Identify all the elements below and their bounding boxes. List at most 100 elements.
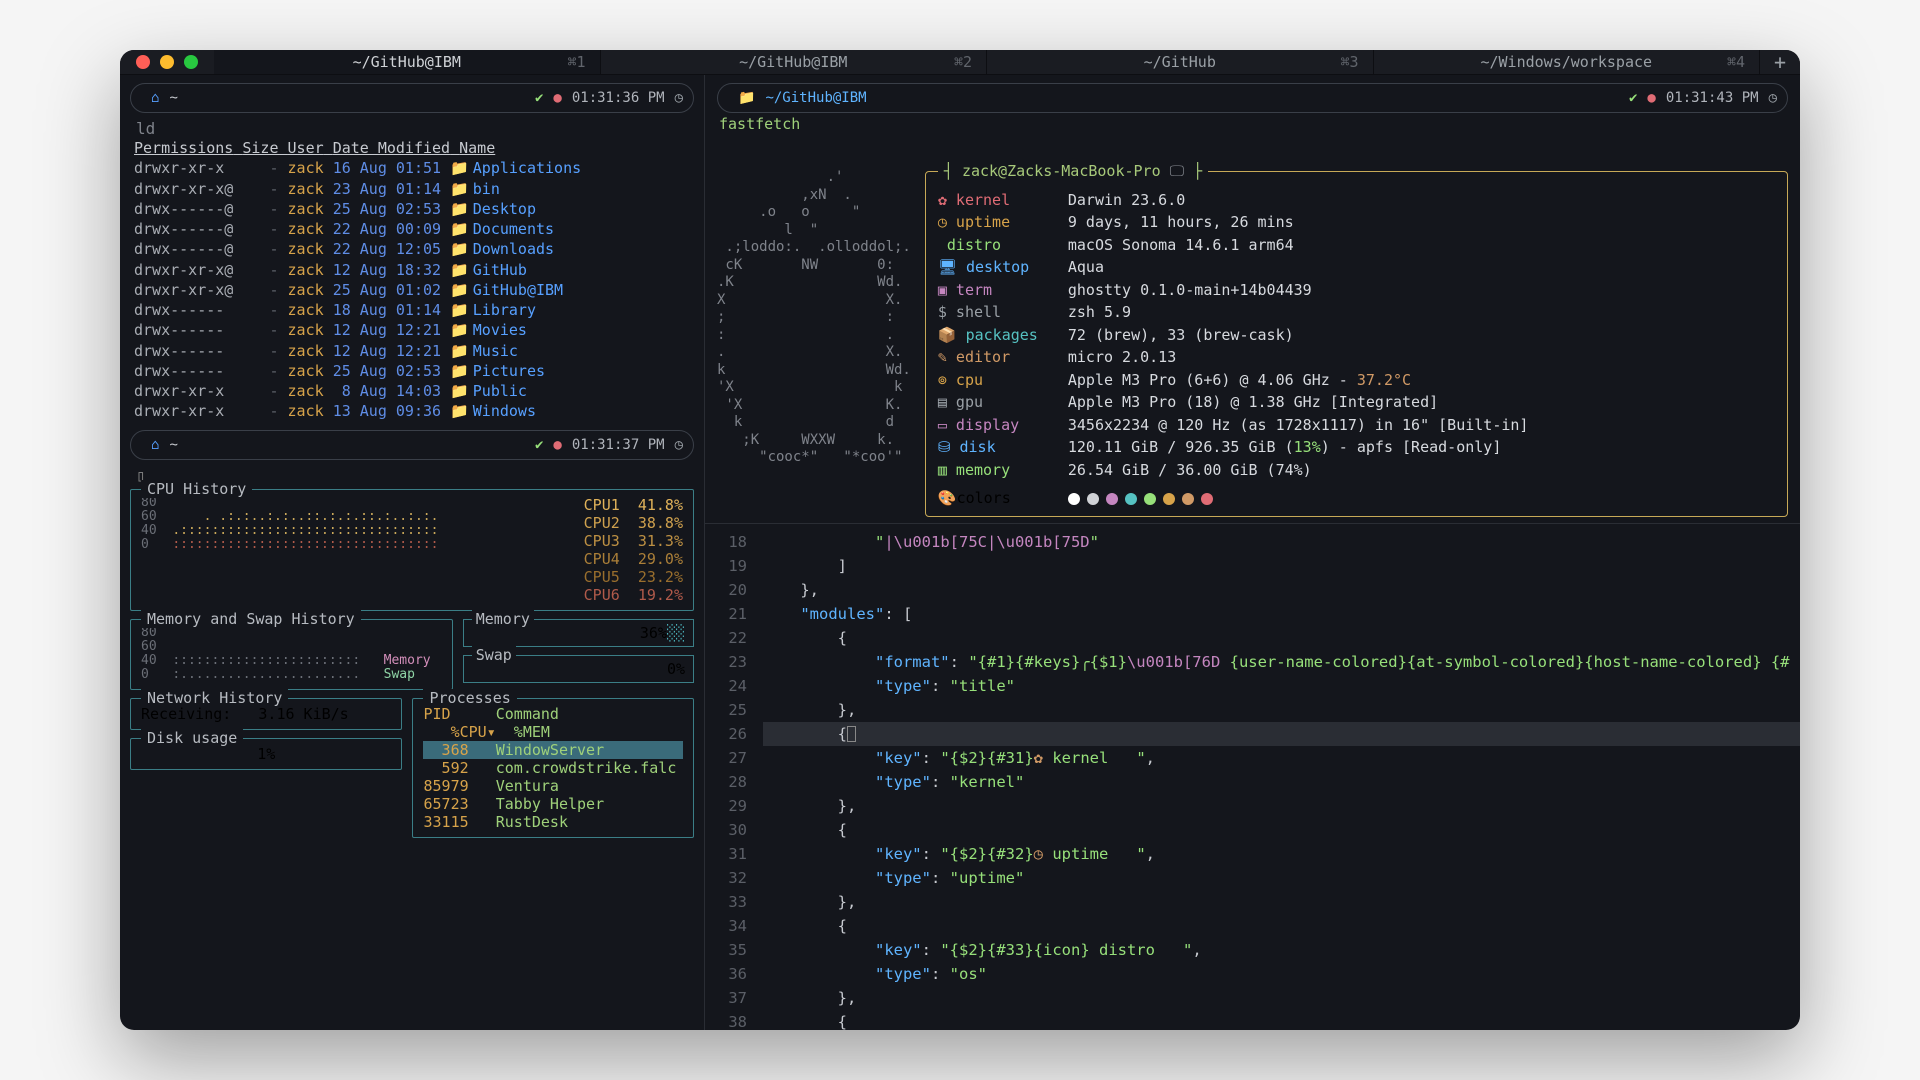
maximize-icon[interactable] bbox=[184, 55, 198, 69]
proc-header: PID Command bbox=[423, 705, 683, 723]
listing-row[interactable]: drwxr-xr-x@ - zack 25 Aug 01:02 📁GitHub@… bbox=[134, 280, 690, 300]
fastfetch-row: ▣ termghostty 0.1.0-main+14b04439 bbox=[938, 279, 1775, 302]
status-check-icon: ✔ bbox=[1629, 90, 1637, 106]
clock-icon: ◷ bbox=[1769, 90, 1777, 106]
fastfetch-row: distromacOS Sonoma 14.6.1 arm64 bbox=[938, 234, 1775, 257]
panel-title: Processes bbox=[423, 689, 516, 707]
code-line[interactable]: "type": "title" bbox=[763, 674, 1800, 698]
code-line[interactable]: }, bbox=[763, 698, 1800, 722]
tab[interactable]: ~/Windows/workspace⌘4 bbox=[1374, 50, 1761, 74]
code-line[interactable]: ] bbox=[763, 554, 1800, 578]
tab[interactable]: ~/GitHub@IBM⌘1 bbox=[214, 50, 601, 74]
code-line[interactable]: "key": "{$2}{#33}{icon} distro ", bbox=[763, 938, 1800, 962]
code-line[interactable]: { bbox=[763, 818, 1800, 842]
fastfetch-row: 📦 packages72 (brew), 33 (brew-cask) bbox=[938, 324, 1775, 347]
fastfetch-row: ⛁ disk120.11 GiB / 926.35 GiB (13%) - ap… bbox=[938, 436, 1775, 459]
color-swatch bbox=[1144, 493, 1156, 505]
listing-row[interactable]: drwx------@ - zack 22 Aug 00:09 📁Documen… bbox=[134, 219, 690, 239]
fastfetch-row: 🖥 desktopAqua bbox=[938, 256, 1775, 279]
mem-graph: 80 60 40 :::::::::::::::::::::::: Memory… bbox=[141, 626, 442, 683]
disk-usage-panel: Disk usage 1% bbox=[130, 738, 402, 770]
process-row[interactable]: 592 com.crowdstrike.falc bbox=[423, 759, 683, 777]
code-line[interactable]: { bbox=[763, 1010, 1800, 1030]
process-row[interactable]: 65723 Tabby Helper bbox=[423, 795, 683, 813]
color-swatches bbox=[1068, 487, 1220, 510]
fastfetch-box: ┤ zack@Zacks-MacBook-Pro 🖵 ├ ✿ kernelDar… bbox=[925, 171, 1788, 517]
prompt-pill: 📁 ~/GitHub@IBM ✔ ● 01:31:43 PM ◷ bbox=[717, 83, 1788, 113]
listing-row[interactable]: drwxr-xr-x - zack 16 Aug 01:51 📁Applicat… bbox=[134, 158, 690, 178]
code-line[interactable]: "key": "{$2}{#32}◷ uptime ", bbox=[763, 842, 1800, 866]
cwd-tilde: ~ bbox=[169, 90, 177, 106]
code-line[interactable]: }, bbox=[763, 986, 1800, 1010]
fastfetch-row: ✎ editormicro 2.0.13 bbox=[938, 346, 1775, 369]
fastfetch-host: ┤ zack@Zacks-MacBook-Pro 🖵 ├ bbox=[938, 162, 1208, 180]
fastfetch-row: ▥ memory26.54 GiB / 36.00 GiB (74%) bbox=[938, 459, 1775, 482]
file-listing[interactable]: Permissions Size User Date Modified Name… bbox=[120, 138, 704, 422]
code-editor[interactable]: 1819202122232425262728293031323334353637… bbox=[705, 523, 1800, 1031]
listing-row[interactable]: drwxr-xr-x@ - zack 23 Aug 01:14 📁bin bbox=[134, 179, 690, 199]
process-row[interactable]: 33115 RustDesk bbox=[423, 813, 683, 831]
panel-title: Memory bbox=[472, 610, 534, 628]
color-swatch bbox=[1106, 493, 1118, 505]
network-history-panel: Network History Receiving: 3.16 KiB/s bbox=[130, 698, 402, 730]
cpu-graph: 80 60 . .:.:..:.:..::.:.:.::.:..:.:. 40 … bbox=[141, 496, 570, 604]
panel-title: Memory and Swap History bbox=[141, 610, 361, 628]
code-line[interactable]: "type": "kernel" bbox=[763, 770, 1800, 794]
monitor-icon: 🖵 bbox=[1170, 162, 1184, 180]
listing-row[interactable]: drwx------ - zack 18 Aug 01:14 📁Library bbox=[134, 300, 690, 320]
color-swatch bbox=[1087, 493, 1099, 505]
ascii-logo: .' ,xN . .o o " l " .;loddo:. .olloddol;… bbox=[717, 143, 911, 517]
prompt-pill: ⌂ ~ ✔ ● 01:31:37 PM ◷ bbox=[130, 430, 694, 460]
panel-title: Disk usage bbox=[141, 729, 243, 747]
code-line[interactable]: }, bbox=[763, 890, 1800, 914]
cpu-history-panel: CPU History 80 60 . .:.:..:.:..::.:.:.::… bbox=[130, 489, 694, 611]
listing-row[interactable]: drwxr-xr-x - zack 13 Aug 09:36 📁Windows bbox=[134, 401, 690, 421]
process-row[interactable]: 85979 Ventura bbox=[423, 777, 683, 795]
code-line[interactable]: "modules": [ bbox=[763, 602, 1800, 626]
listing-row[interactable]: drwx------@ - zack 22 Aug 12:05 📁Downloa… bbox=[134, 239, 690, 259]
line-gutter: 1819202122232425262728293031323334353637… bbox=[705, 524, 757, 1031]
cwd-path: ~/GitHub@IBM bbox=[765, 90, 866, 106]
process-row[interactable]: 368 WindowServer bbox=[423, 741, 683, 759]
code-line[interactable]: { bbox=[763, 722, 1800, 746]
close-icon[interactable] bbox=[136, 55, 150, 69]
minimize-icon[interactable] bbox=[160, 55, 174, 69]
processes-panel[interactable]: Processes PID Command %CPU▾ %MEM 368 Win… bbox=[412, 698, 694, 838]
code-line[interactable]: }, bbox=[763, 794, 1800, 818]
listing-row[interactable]: drwx------ - zack 12 Aug 12:21 📁Movies bbox=[134, 320, 690, 340]
net-recv-value: 3.16 KiB/s bbox=[258, 705, 348, 723]
dot-icon: ● bbox=[553, 90, 561, 106]
code-area[interactable]: "|\u001b[75C|\u001b[75D" ] }, "modules":… bbox=[757, 524, 1800, 1031]
swap-box: Swap 0% bbox=[463, 655, 694, 683]
cpu-row: CPU6 19.2% bbox=[584, 586, 683, 604]
listing-row[interactable]: drwxr-xr-x@ - zack 12 Aug 18:32 📁GitHub bbox=[134, 260, 690, 280]
tab[interactable]: ~/GitHub⌘3 bbox=[987, 50, 1374, 74]
clock-icon: ◷ bbox=[675, 90, 683, 106]
listing-row[interactable]: drwx------ - zack 25 Aug 02:53 📁Pictures bbox=[134, 361, 690, 381]
listing-row[interactable]: drwx------ - zack 12 Aug 12:21 📁Music bbox=[134, 341, 690, 361]
code-line[interactable]: "type": "uptime" bbox=[763, 866, 1800, 890]
window-controls bbox=[120, 55, 214, 69]
cpu-row: CPU4 29.0% bbox=[584, 550, 683, 568]
home-icon: ⌂ bbox=[151, 90, 159, 106]
color-swatch bbox=[1182, 493, 1194, 505]
add-tab-button[interactable]: + bbox=[1760, 50, 1800, 74]
code-line[interactable]: }, bbox=[763, 578, 1800, 602]
code-line[interactable]: "|\u001b[75C|\u001b[75D" bbox=[763, 530, 1800, 554]
tab[interactable]: ~/GitHub@IBM⌘2 bbox=[601, 50, 988, 74]
code-line[interactable]: "format": "{#1}{#keys}╭{$1}\u001b[76D {u… bbox=[763, 650, 1800, 674]
code-line[interactable]: "key": "{$2}{#31}✿ kernel ", bbox=[763, 746, 1800, 770]
code-line[interactable]: { bbox=[763, 914, 1800, 938]
cwd-tilde: ~ bbox=[169, 437, 177, 453]
code-line[interactable]: { bbox=[763, 626, 1800, 650]
clock-icon: ◷ bbox=[675, 437, 683, 453]
command-text: ld bbox=[120, 119, 704, 138]
code-line[interactable]: "type": "os" bbox=[763, 962, 1800, 986]
net-recv-label: Receiving: bbox=[141, 705, 231, 723]
status-check-icon: ✔ bbox=[535, 90, 543, 106]
listing-row[interactable]: drwxr-xr-x - zack 8 Aug 14:03 📁Public bbox=[134, 381, 690, 401]
command-text: fastfetch bbox=[705, 115, 1800, 137]
listing-header: Permissions Size User Date Modified Name bbox=[134, 138, 690, 158]
prompt-time: 01:31:37 PM bbox=[572, 437, 665, 453]
listing-row[interactable]: drwx------@ - zack 25 Aug 02:53 📁Desktop bbox=[134, 199, 690, 219]
